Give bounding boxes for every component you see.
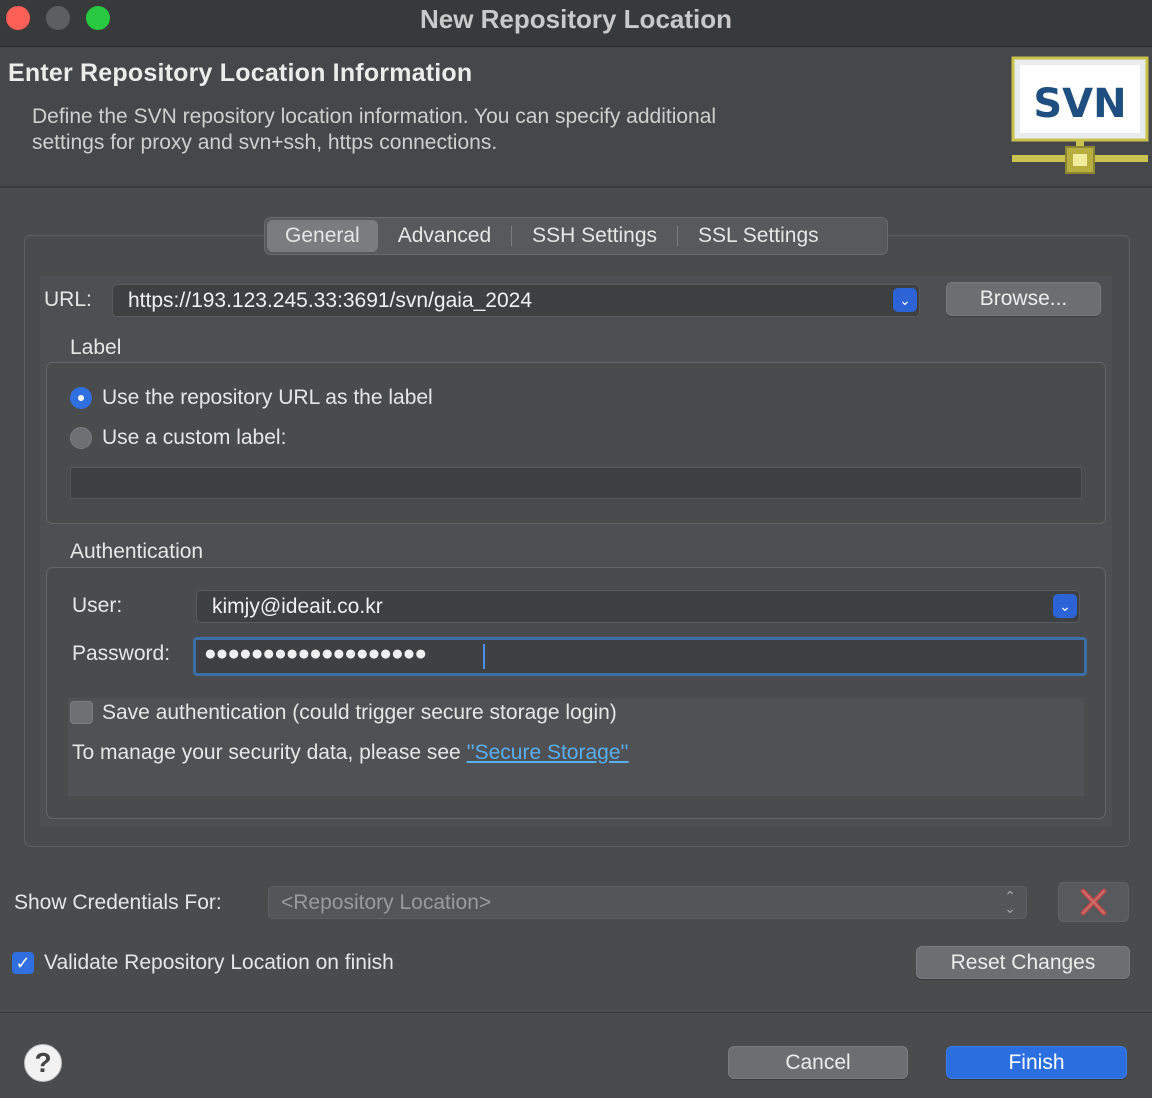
password-input[interactable]: ●●●●●●●●●●●●●●●●●●● <box>193 637 1087 676</box>
tab-general[interactable]: General <box>267 220 378 252</box>
tab-ssh-settings[interactable]: SSH Settings <box>512 220 677 252</box>
show-credentials-select[interactable]: <Repository Location> ⌃ ⌄ <box>268 886 1027 919</box>
radio-use-custom-label[interactable] <box>70 427 92 449</box>
user-value[interactable]: kimjy@ideait.co.kr <box>212 595 383 619</box>
password-value[interactable]: ●●●●●●●●●●●●●●●●●●● <box>204 642 427 666</box>
svn-logo-text: SVN <box>1033 81 1126 127</box>
tab-advanced[interactable]: Advanced <box>378 220 511 252</box>
delete-credentials-button[interactable] <box>1058 882 1129 922</box>
secure-storage-link[interactable]: ''Secure Storage'' <box>467 741 629 764</box>
help-icon[interactable]: ? <box>24 1044 62 1082</box>
show-credentials-label: Show Credentials For: <box>14 891 222 914</box>
url-combobox[interactable]: https://193.123.245.33:3691/svn/gaia_202… <box>112 284 920 317</box>
url-label: URL: <box>44 288 92 311</box>
custom-label-input[interactable] <box>70 467 1082 499</box>
delete-x-icon <box>1080 888 1107 916</box>
validate-label[interactable]: Validate Repository Location on finish <box>44 951 394 975</box>
svn-logo-icon: SVN <box>1011 56 1149 174</box>
title-bar: New Repository Location <box>0 0 1152 47</box>
tab-bar: General Advanced SSH Settings SSL Settin… <box>264 217 888 255</box>
radio-use-repository-url[interactable] <box>70 387 92 409</box>
text-caret <box>483 644 485 669</box>
save-authentication-checkbox[interactable] <box>70 701 93 724</box>
validate-checkbox[interactable]: ✓ <box>12 952 34 974</box>
radio-use-custom-label-text[interactable]: Use a custom label: <box>102 426 286 450</box>
page-description: Define the SVN repository location infor… <box>32 105 717 154</box>
footer-divider <box>0 1012 1152 1013</box>
window-title: New Repository Location <box>419 4 733 34</box>
browse-button[interactable]: Browse... <box>946 282 1101 316</box>
cancel-button[interactable]: Cancel <box>728 1046 908 1079</box>
reset-changes-button[interactable]: Reset Changes <box>916 946 1130 979</box>
url-value[interactable]: https://193.123.245.33:3691/svn/gaia_202… <box>128 289 532 313</box>
user-label: User: <box>72 594 123 617</box>
chevron-down-icon[interactable]: ⌄ <box>1053 594 1077 618</box>
wizard-header: Enter Repository Location Information De… <box>0 47 1152 188</box>
radio-use-repository-url-label[interactable]: Use the repository URL as the label <box>102 386 433 410</box>
tab-ssl-settings[interactable]: SSL Settings <box>678 220 839 252</box>
label-group-title: Label <box>70 336 122 359</box>
page-title: Enter Repository Location Information <box>8 59 473 87</box>
chevron-down-icon[interactable]: ⌄ <box>893 288 917 312</box>
secure-storage-text: To manage your security data, please see… <box>72 741 629 765</box>
save-authentication-label[interactable]: Save authentication (could trigger secur… <box>102 701 617 725</box>
authentication-group-title: Authentication <box>70 540 204 563</box>
user-combobox[interactable]: kimjy@ideait.co.kr ⌄ <box>196 590 1080 623</box>
show-credentials-value[interactable]: <Repository Location> <box>281 891 491 915</box>
finish-button[interactable]: Finish <box>946 1046 1127 1079</box>
updown-arrows-icon[interactable]: ⌃ ⌄ <box>1004 889 1016 915</box>
password-label: Password: <box>72 642 171 665</box>
manage-security-text: To manage your security data, please see <box>72 741 467 764</box>
